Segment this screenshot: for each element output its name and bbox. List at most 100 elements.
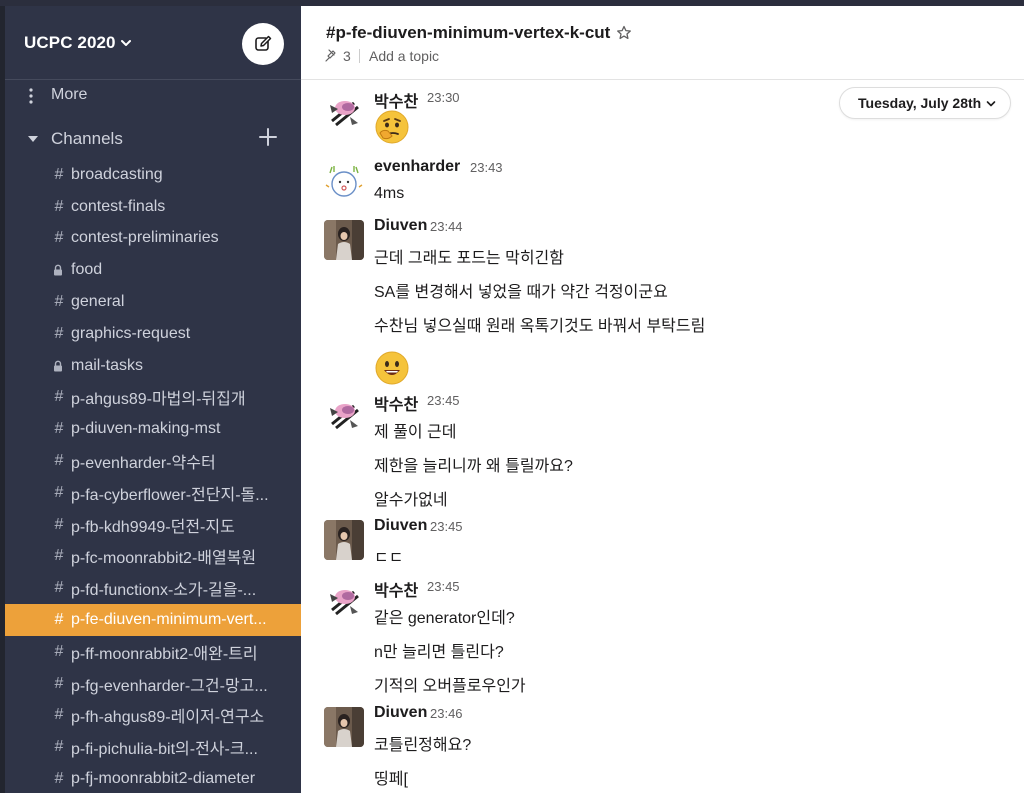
date-divider-label: Tuesday, July 28th (858, 95, 982, 111)
message-text: 띵페[ (374, 771, 408, 788)
message-timestamp[interactable]: 23:45 (427, 579, 460, 594)
sidebar-channel-item[interactable]: # contest-preliminaries (5, 223, 301, 255)
hash-icon: # (54, 293, 64, 311)
hash-icon: # (54, 642, 64, 660)
hash-icon: # (54, 515, 64, 533)
channel-name: p-fc-moonrabbit2-배열복원 (71, 550, 257, 568)
message-pane: #p-fe-diuven-minimum-vertex-k-cut 3 Add … (301, 6, 1024, 793)
sidebar-channel-item[interactable]: # p-ahgus89-마법의-뒤집개 (5, 382, 301, 414)
sidebar-channel-item[interactable]: # p-fe-diuven-minimum-vert... (5, 604, 301, 636)
channel-name: p-diuven-making-mst (71, 420, 221, 438)
avatar[interactable] (324, 580, 364, 620)
message-timestamp[interactable]: 23:46 (430, 706, 463, 721)
message-text: 수찬님 넣으실때 원래 옥톡기것도 바꿔서 부탁드림 (374, 318, 706, 335)
channel-name: food (71, 261, 103, 279)
thinking-face-emoji-icon (374, 109, 410, 145)
vertical-ellipsis-icon (29, 88, 33, 104)
message-text: 4ms (374, 185, 405, 202)
sidebar-channel-item[interactable]: # graphics-request (5, 318, 301, 350)
sidebar-channel-item[interactable]: mail-tasks (5, 350, 301, 382)
channel-name: p-evenharder-약수터 (71, 455, 216, 473)
message-sender[interactable]: Diuven (374, 217, 427, 235)
avatar[interactable] (324, 91, 364, 131)
hash-icon: # (54, 611, 64, 629)
message-timestamp[interactable]: 23:43 (470, 160, 503, 175)
avatar[interactable] (324, 220, 364, 260)
more-menu-item[interactable]: More (5, 80, 301, 110)
hash-icon: # (54, 483, 64, 501)
date-divider-button[interactable]: Tuesday, July 28th (839, 87, 1011, 119)
sidebar-channel-item[interactable]: # p-fa-cyberflower-전단지-돌... (5, 477, 301, 509)
sidebar-channel-item[interactable]: food (5, 254, 301, 286)
message-text: 같은 generator인데? (374, 610, 515, 627)
sidebar-channel-item[interactable]: # broadcasting (5, 159, 301, 191)
chevron-down-icon (986, 101, 996, 107)
more-label: More (51, 86, 88, 103)
channel-name: p-ff-moonrabbit2-애완-트리 (71, 645, 258, 663)
hash-icon: # (54, 674, 64, 692)
message-sender[interactable]: 박수찬 (374, 577, 418, 601)
hash-icon: # (54, 547, 64, 565)
hash-icon: # (54, 738, 64, 756)
workspace-name[interactable]: UCPC 2020 (24, 33, 116, 53)
sidebar-channel-item[interactable]: # p-fh-ahgus89-레이저-연구소 (5, 700, 301, 732)
caret-down-icon[interactable] (27, 134, 39, 144)
channel-name: p-fe-diuven-minimum-vert... (71, 611, 267, 629)
hash-icon: # (54, 324, 64, 342)
message-timestamp[interactable]: 23:45 (427, 393, 460, 408)
sidebar-channel-item[interactable]: # contest-finals (5, 191, 301, 223)
sidebar-channel-item[interactable]: # p-fc-moonrabbit2-배열복원 (5, 541, 301, 573)
lock-icon (54, 265, 62, 276)
avatar[interactable] (324, 161, 364, 201)
sidebar-channel-item[interactable]: # p-evenharder-약수터 (5, 445, 301, 477)
message-timestamp[interactable]: 23:30 (427, 90, 460, 105)
channel-list: # broadcasting # contest-finals # contest-pre… (5, 159, 301, 793)
avatar[interactable] (324, 707, 364, 747)
channel-name: broadcasting (71, 165, 163, 183)
channels-section-label[interactable]: Channels (51, 129, 123, 149)
sidebar-channel-item[interactable]: # p-fi-pichulia-bit의-전사-크... (5, 731, 301, 763)
message-sender[interactable]: Diuven (374, 704, 427, 722)
hash-icon: # (54, 388, 64, 406)
channel-title[interactable]: #p-fe-diuven-minimum-vertex-k-cut (326, 23, 610, 43)
compose-icon (255, 35, 272, 51)
star-icon[interactable] (616, 25, 632, 41)
avatar[interactable] (324, 520, 364, 560)
hash-icon: # (54, 197, 64, 215)
message-text: 제한을 늘리니까 왜 틀릴까요? (374, 458, 573, 475)
hash-icon: # (54, 579, 64, 597)
message-sender[interactable]: evenharder (374, 158, 460, 176)
sidebar-channel-item[interactable]: # p-fb-kdh9949-던전-지도 (5, 509, 301, 541)
sidebar-channel-item[interactable]: # p-fg-evenharder-그건-망고... (5, 668, 301, 700)
message-timestamp[interactable]: 23:45 (430, 519, 463, 534)
channel-name: p-fg-evenharder-그건-망고... (71, 677, 268, 695)
hash-icon: # (54, 229, 64, 247)
avatar[interactable] (324, 394, 364, 434)
sidebar-channel-item[interactable]: # p-fd-functionx-소가-길을-... (5, 572, 301, 604)
channels-section-header[interactable]: Channels (5, 124, 301, 154)
channel-name: p-fa-cyberflower-전단지-돌... (71, 486, 269, 504)
chevron-down-icon[interactable] (120, 37, 132, 49)
pinned-count[interactable]: 3 (343, 48, 351, 64)
sidebar-channel-item[interactable]: # p-ff-moonrabbit2-애완-트리 (5, 636, 301, 668)
channel-name: general (71, 293, 125, 311)
channel-header: #p-fe-diuven-minimum-vertex-k-cut 3 Add … (301, 6, 1024, 80)
message-sender[interactable]: Diuven (374, 517, 427, 535)
sidebar-channel-item[interactable]: # general (5, 286, 301, 318)
sidebar-channel-item[interactable]: # p-diuven-making-mst (5, 413, 301, 445)
message-text: ㄷㄷ (374, 550, 404, 567)
channel-name: mail-tasks (71, 356, 144, 374)
message-timestamp[interactable]: 23:44 (430, 219, 463, 234)
add-topic-link[interactable]: Add a topic (369, 48, 439, 64)
message-text: n만 늘리면 틀린다? (374, 644, 504, 661)
hash-icon: # (54, 770, 64, 788)
channel-name: p-fb-kdh9949-던전-지도 (71, 518, 235, 536)
message-sender[interactable]: 박수찬 (374, 391, 418, 415)
sidebar-channel-item[interactable]: # p-fj-moonrabbit2-diameter (5, 763, 301, 793)
message-text: 코틀린정해요? (374, 737, 472, 754)
compose-button[interactable] (242, 23, 284, 65)
add-channel-plus-icon[interactable] (257, 126, 279, 148)
channel-name: p-fi-pichulia-bit의-전사-크... (71, 741, 258, 759)
workspace-header[interactable]: UCPC 2020 (5, 6, 301, 80)
pin-icon[interactable] (325, 49, 337, 62)
